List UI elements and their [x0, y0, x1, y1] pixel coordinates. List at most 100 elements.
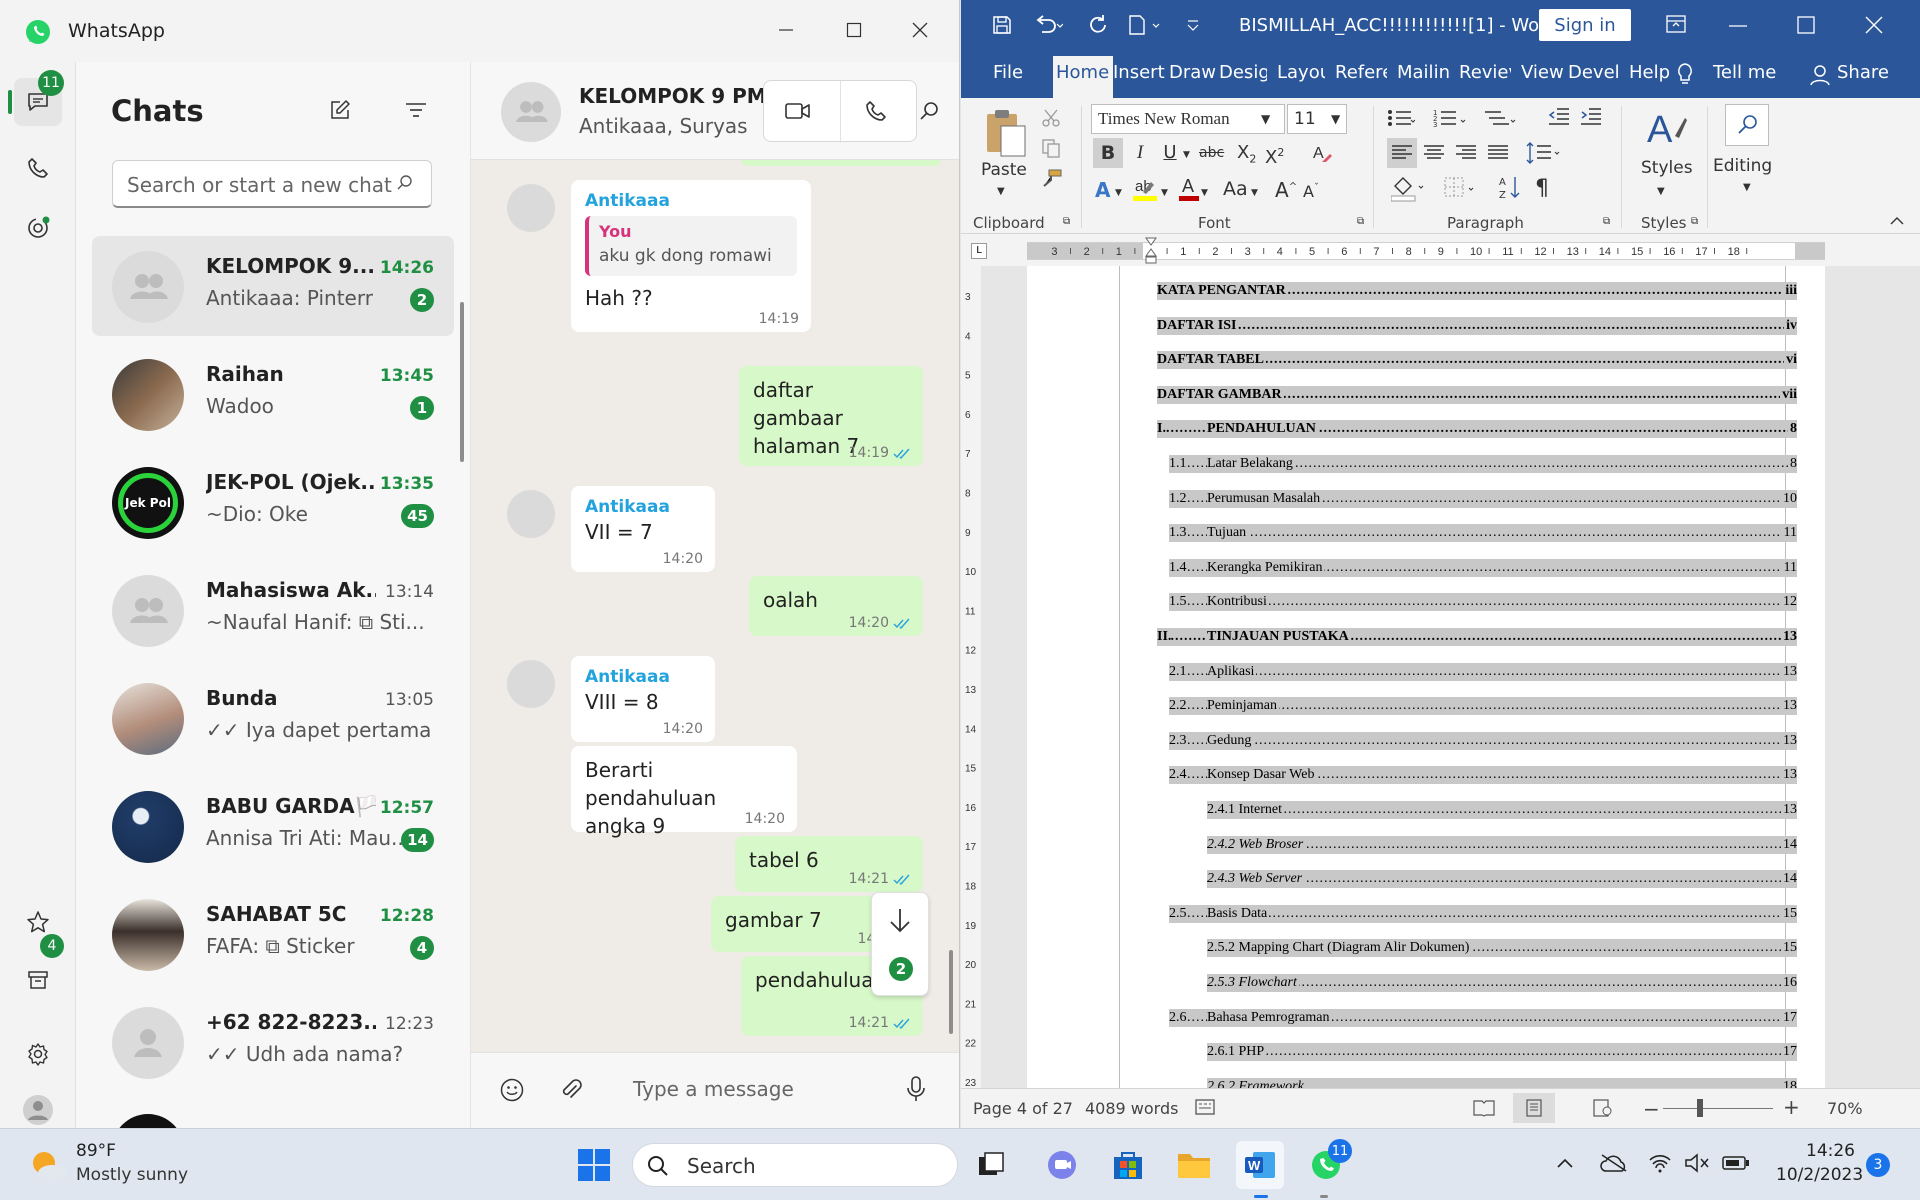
conversation-title[interactable]: KELOMPOK 9 PM — [579, 84, 767, 108]
file-explorer-icon[interactable] — [1170, 1141, 1218, 1189]
chevron-down-icon[interactable]: ▼ — [1743, 182, 1751, 193]
toc-entry[interactable]: ........................................… — [1169, 524, 1797, 543]
text-effects-icon[interactable]: A — [1095, 178, 1110, 202]
share-button[interactable]: Share — [1837, 62, 1889, 83]
chevron-down-icon[interactable]: ▼ — [1115, 188, 1122, 198]
tab-view[interactable]: View — [1521, 62, 1564, 83]
search-in-chat-button[interactable] — [919, 100, 941, 122]
message-bubble-outgoing[interactable]: oalah 14:20 — [749, 576, 923, 636]
message-bubble-incoming[interactable]: Antikaaa You aku gk dong romawi Hah ?? 1… — [571, 180, 811, 332]
toc-entry[interactable]: ........................................… — [1207, 1043, 1797, 1062]
zoom-in-button[interactable]: + — [1783, 1095, 1800, 1119]
sign-in-button[interactable]: Sign in — [1539, 9, 1631, 41]
toc-entry[interactable]: ........................................… — [1207, 974, 1797, 992]
shrink-font-icon[interactable]: Aˇ — [1303, 182, 1319, 201]
chat-row-mahasiswa[interactable]: Mahasiswa Ak... 13:14 ~Naufal Hanif: ⧉ S… — [92, 560, 454, 660]
word-taskbar-icon[interactable]: W — [1236, 1141, 1284, 1189]
font-launcher-icon[interactable]: ⧉ — [1357, 216, 1364, 227]
toc-entry[interactable]: ........................................… — [1169, 662, 1797, 681]
maximize-button[interactable] — [834, 14, 874, 46]
align-left-button[interactable] — [1387, 138, 1417, 168]
page-count[interactable]: Page 4 of 27 — [973, 1099, 1073, 1118]
paste-label[interactable]: Paste — [981, 160, 1027, 180]
grow-font-icon[interactable]: A^ — [1275, 178, 1297, 202]
calls-nav-button[interactable] — [14, 144, 62, 192]
settings-nav-button[interactable] — [14, 1030, 62, 1078]
clear-formatting-icon[interactable]: A — [1311, 142, 1333, 164]
quick-access-icon[interactable] — [1127, 14, 1163, 36]
close-button[interactable] — [1865, 16, 1883, 34]
collapse-ribbon-icon[interactable] — [1889, 216, 1905, 226]
bold-button[interactable]: B — [1093, 138, 1123, 168]
align-right-button[interactable] — [1451, 138, 1481, 168]
toc-entry[interactable]: ........................................… — [1207, 1077, 1797, 1088]
notification-badge[interactable]: 3 — [1866, 1153, 1890, 1177]
message-input[interactable]: Type a message — [633, 1077, 794, 1101]
copy-icon[interactable] — [1041, 138, 1061, 158]
battery-icon[interactable] — [1722, 1155, 1750, 1171]
profile-nav-button[interactable] — [14, 1086, 62, 1128]
decrease-indent-icon[interactable] — [1547, 106, 1571, 128]
maximize-button[interactable] — [1797, 16, 1815, 34]
proofing-icon[interactable] — [1195, 1099, 1215, 1117]
numbering-icon[interactable]: 123 — [1433, 108, 1467, 128]
filter-button[interactable] — [404, 100, 428, 120]
web-layout-icon[interactable] — [1593, 1099, 1613, 1117]
styles-gallery-icon[interactable]: A — [1645, 106, 1689, 150]
chevron-down-icon[interactable]: ▼ — [1657, 186, 1665, 197]
cut-icon[interactable] — [1041, 108, 1061, 128]
toc-entry[interactable]: ........................................… — [1169, 489, 1797, 508]
clock-date[interactable]: 10/2/2023 — [1776, 1165, 1863, 1185]
message-bubble-outgoing[interactable]: tabel 6 14:21 — [735, 836, 923, 892]
emoji-button[interactable] — [499, 1077, 525, 1103]
message-scrollbar[interactable] — [949, 950, 953, 1034]
toc-entry[interactable]: ........................................… — [1157, 351, 1797, 370]
align-center-button[interactable] — [1419, 138, 1449, 168]
toc-entry[interactable]: ........................................… — [1157, 282, 1797, 300]
microsoft-store-icon[interactable] — [1104, 1141, 1152, 1189]
toc-entry[interactable]: ........................................… — [1157, 420, 1797, 439]
tab-selector[interactable]: L — [971, 243, 987, 259]
chat-row-raihan[interactable]: Raihan 13:45 Wadoo 1 — [92, 344, 454, 444]
tab-insert[interactable]: Insert — [1113, 62, 1165, 83]
chevron-down-icon[interactable]: ▼ — [1183, 150, 1190, 160]
customize-toolbar-icon[interactable] — [1185, 14, 1201, 36]
chat-list-scrollbar[interactable] — [460, 302, 464, 462]
task-view-icon[interactable] — [968, 1141, 1016, 1189]
chevron-down-icon[interactable]: ▼ — [1261, 112, 1270, 126]
undo-icon[interactable] — [1033, 14, 1063, 36]
vertical-ruler[interactable]: 3 4 5 6 7 8 9 10 11 12 13 14 15 16 17 18 19 20 21 22 23 — [961, 266, 981, 1088]
shading-icon[interactable] — [1391, 174, 1427, 202]
redo-icon[interactable] — [1087, 14, 1109, 36]
styles-label[interactable]: Styles — [1641, 158, 1693, 178]
scroll-to-bottom-button[interactable]: 2 — [871, 892, 929, 996]
weather-temperature[interactable]: 89°F — [76, 1141, 116, 1161]
strikethrough-button[interactable]: abc — [1199, 138, 1224, 168]
chat-row-babu-garda[interactable]: BABU GARDA🏳️ 12:57 Annisa Tri Ati: Mau..… — [92, 776, 454, 876]
borders-icon[interactable] — [1443, 176, 1479, 200]
toc-entry[interactable]: ........................................… — [1207, 870, 1797, 889]
indent-marker-icon[interactable] — [1145, 237, 1157, 265]
message-bubble-incoming[interactable]: Antikaaa VII = 7 14:20 — [571, 486, 715, 572]
zoom-slider-thumb[interactable] — [1696, 1099, 1703, 1117]
editing-label[interactable]: Editing — [1713, 156, 1772, 176]
word-count[interactable]: 4089 words — [1085, 1099, 1178, 1118]
ribbon-display-options-icon[interactable] — [1665, 14, 1687, 34]
tell-me-search[interactable]: Tell me — [1713, 62, 1776, 83]
chat-row-kelompok-9[interactable]: KELOMPOK 9... 14:26 Antikaaa: Pinterr 2 — [92, 236, 454, 336]
clock-time[interactable]: 14:26 — [1806, 1141, 1855, 1161]
document-page[interactable]: ........................................… — [1027, 266, 1825, 1088]
tab-home[interactable]: Home — [1056, 62, 1109, 83]
toc-entry[interactable]: ........................................… — [1157, 385, 1797, 404]
quoted-message[interactable]: You aku gk dong romawi — [585, 216, 797, 276]
chat-row-jek-pol[interactable]: Jek Pol JEK-POL (Ojek... 13:35 ~Dio: Oke… — [92, 452, 454, 552]
underline-button[interactable]: U — [1157, 138, 1183, 168]
archived-nav-button[interactable] — [14, 956, 62, 1004]
tab-draw[interactable]: Draw — [1169, 62, 1216, 83]
paste-dropdown-icon[interactable]: ▼ — [997, 186, 1005, 197]
status-nav-button[interactable] — [14, 204, 62, 252]
sort-icon[interactable]: AZ — [1499, 174, 1521, 202]
tab-review[interactable]: Reviev — [1459, 62, 1511, 83]
chevron-down-icon[interactable]: ▼ — [1331, 112, 1340, 126]
close-button[interactable] — [900, 14, 940, 46]
